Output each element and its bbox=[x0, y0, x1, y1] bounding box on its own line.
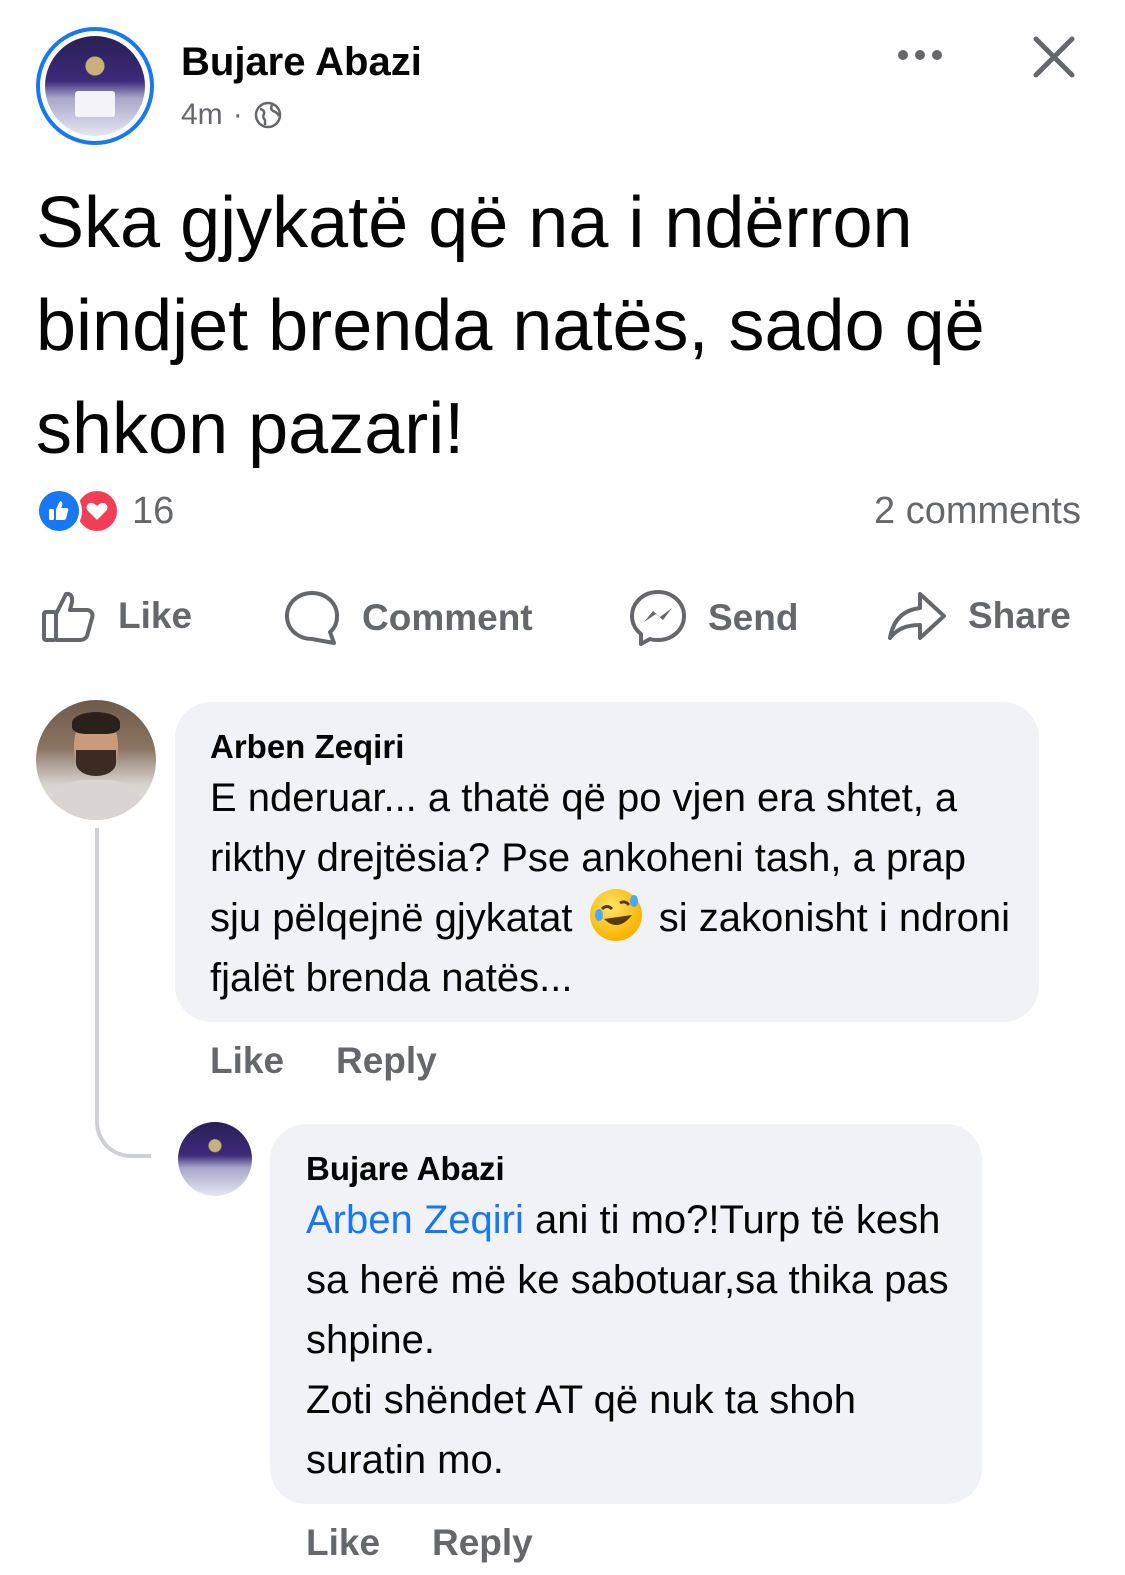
avatar-body bbox=[50, 780, 142, 820]
comment-author[interactable]: Arben Zeqiri bbox=[210, 728, 404, 766]
author-avatar[interactable] bbox=[36, 27, 154, 145]
post-time[interactable]: 4m bbox=[181, 98, 223, 132]
comment-like-button[interactable]: Like bbox=[210, 1040, 284, 1082]
send-label: Send bbox=[708, 597, 799, 638]
like-button[interactable]: Like bbox=[40, 588, 192, 644]
close-icon[interactable] bbox=[1030, 33, 1078, 81]
reply-reply-button[interactable]: Reply bbox=[432, 1522, 533, 1564]
meta-separator: · bbox=[232, 98, 243, 131]
post-text: Ska gjykatë që na i ndërron bindjet bren… bbox=[36, 183, 985, 469]
rolling-laughing-emoji-icon bbox=[589, 889, 642, 941]
share-icon bbox=[888, 592, 946, 640]
reaction-count: 16 bbox=[132, 489, 175, 532]
post-meta: 4m · bbox=[181, 98, 283, 132]
share-button[interactable]: Share bbox=[886, 588, 1071, 644]
reply-author[interactable]: Bujare Abazi bbox=[306, 1150, 505, 1188]
mention-link[interactable]: Arben Zeqiri bbox=[306, 1198, 524, 1242]
reply-text-line2: Zoti shëndet AT që nuk ta shoh suratin m… bbox=[306, 1378, 856, 1482]
comment-button[interactable]: Comment bbox=[282, 588, 533, 648]
commenter-avatar[interactable] bbox=[36, 700, 156, 820]
reactions-summary[interactable]: 16 bbox=[36, 488, 174, 534]
reply-like-button[interactable]: Like bbox=[306, 1522, 380, 1564]
globe-icon[interactable] bbox=[253, 100, 283, 130]
avatar-beard bbox=[76, 750, 116, 776]
reply-thread-line bbox=[95, 828, 151, 1158]
like-reaction-icon bbox=[36, 488, 82, 534]
send-button[interactable]: Send bbox=[628, 588, 798, 648]
comment-icon bbox=[285, 591, 339, 645]
reply-text: Arben Zeqiri ani ti mo?!Turp të kesh sa … bbox=[306, 1190, 966, 1490]
reply-author-avatar[interactable] bbox=[178, 1122, 252, 1196]
comment-text: E nderuar... a thatë që po vjen era shte… bbox=[210, 768, 1020, 1008]
thumbs-up-icon bbox=[42, 591, 95, 642]
more-options-icon[interactable] bbox=[893, 40, 953, 70]
like-label: Like bbox=[118, 595, 193, 636]
comment-reply-button[interactable]: Reply bbox=[336, 1040, 437, 1082]
comment-label: Comment bbox=[362, 597, 533, 638]
comments-count[interactable]: 2 comments bbox=[874, 490, 1081, 533]
share-label: Share bbox=[968, 595, 1071, 636]
avatar-hair bbox=[72, 712, 120, 734]
messenger-icon bbox=[630, 590, 686, 646]
author-name[interactable]: Bujare Abazi bbox=[181, 40, 422, 85]
author-photo bbox=[45, 36, 145, 136]
